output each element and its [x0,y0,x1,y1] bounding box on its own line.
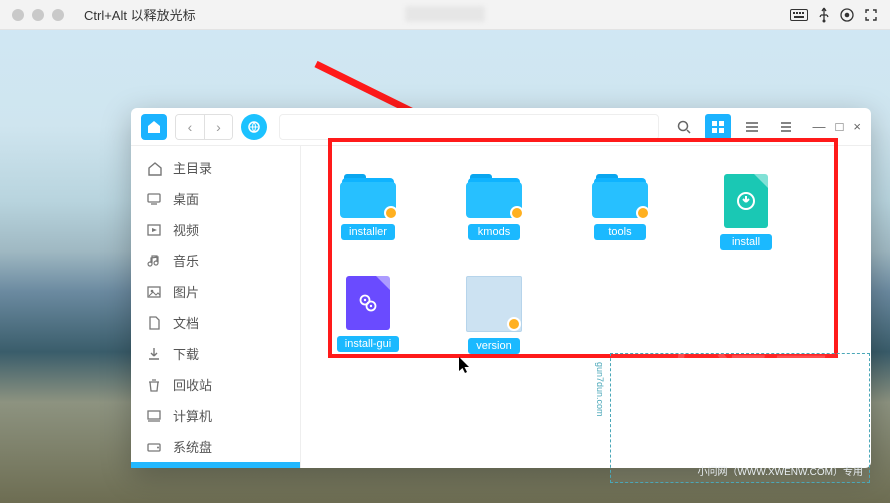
sidebar-item-label: 文档 [173,313,199,332]
nav-arrows: ‹ › [175,114,233,140]
sidebar-item-5[interactable]: 文档 [131,307,300,338]
sidebar-item-label: 主目录 [173,158,212,177]
sidebar-item-label: 视频 [173,220,199,239]
list-view-button[interactable] [739,114,765,140]
lock-badge-icon [507,317,521,331]
path-button[interactable] [241,114,267,140]
close-traffic[interactable] [12,9,24,21]
grid-item-install[interactable]: install [711,174,781,250]
expand-icon[interactable] [864,8,878,22]
keyboard-icon[interactable] [790,9,808,21]
usb-icon[interactable] [818,7,830,23]
item-label: tools [594,224,646,240]
video-icon [145,222,163,238]
window-controls: — □ × [813,119,861,134]
minimize-button[interactable]: — [813,119,826,134]
desktop: Ctrl+Alt 以释放光标 ‹ › — [0,0,890,503]
lock-badge-icon [636,206,650,220]
sidebar-item-3[interactable]: 音乐 [131,245,300,276]
attribution-box: gun7dun.com 小问网（WWW.XWENW.COM）专用 [610,353,870,483]
sidebar-item-label: 桌面 [173,189,199,208]
music-icon [145,253,163,269]
attribution-bottom: 小问网（WWW.XWENW.COM）专用 [697,463,863,478]
zoom-traffic[interactable] [52,9,64,21]
grid-item-kmods[interactable]: kmods [459,174,529,250]
sidebar-item-label: 系统盘 [173,437,212,456]
grid-item-version[interactable]: version [459,276,529,354]
script-file-icon [346,276,390,330]
item-label: kmods [468,224,520,240]
sidebar-item-6[interactable]: 下载 [131,338,300,369]
document-icon [145,315,163,331]
sidebar-item-0[interactable]: 主目录 [131,152,300,183]
grid-item-tools[interactable]: tools [585,174,655,250]
lock-badge-icon [384,206,398,220]
sidebar-item-2[interactable]: 视频 [131,214,300,245]
sidebar: 主目录 桌面 视频 音乐 图片 文档 下载 回收站 计算机 系统盘 Parall… [131,146,301,468]
lock-badge-icon [510,206,524,220]
sidebar-item-label: 计算机 [173,406,212,425]
sidebar-item-label: 下载 [173,344,199,363]
item-label: install-gui [337,336,399,352]
disk-icon [145,439,163,455]
attribution-side: gun7dun.com [595,362,605,417]
computer-icon [145,408,163,424]
forward-button[interactable]: › [204,115,232,139]
item-label: install [720,234,772,250]
menu-bar-right [790,7,878,23]
download-icon [145,346,163,362]
hamburger-icon[interactable] [773,114,799,140]
sidebar-item-label: 回收站 [173,375,212,394]
search-icon[interactable] [671,114,697,140]
home-icon [145,160,163,176]
folder-icon [592,174,648,218]
blurred-title [405,6,485,22]
traffic-lights [12,9,64,21]
sidebar-item-label: 图片 [173,282,199,301]
back-button[interactable]: ‹ [176,115,204,139]
grid-item-install-gui[interactable]: install-gui [333,276,403,354]
script-file-icon [724,174,768,228]
address-bar[interactable] [279,114,659,140]
sidebar-item-7[interactable]: 回收站 [131,369,300,400]
item-label: installer [341,224,395,240]
sidebar-item-4[interactable]: 图片 [131,276,300,307]
close-button[interactable]: × [853,119,861,134]
item-label: version [468,338,520,354]
window-hint-text: Ctrl+Alt 以释放光标 [84,5,196,24]
sidebar-item-8[interactable]: 计算机 [131,400,300,431]
grid-item-installer[interactable]: installer [333,174,403,250]
folder-icon [340,174,396,218]
record-icon[interactable] [840,8,854,22]
fm-toolbar: ‹ › — □ × [131,108,871,146]
minimize-traffic[interactable] [32,9,44,21]
sidebar-item-1[interactable]: 桌面 [131,183,300,214]
mouse-cursor [458,356,472,374]
folder-icon [466,174,522,218]
mac-menu-bar: Ctrl+Alt 以释放光标 [0,0,890,30]
text-file-icon [466,276,522,332]
maximize-button[interactable]: □ [836,119,844,134]
sidebar-item-9[interactable]: 系统盘 [131,431,300,462]
app-icon[interactable] [141,114,167,140]
sidebar-item-label: 音乐 [173,251,199,270]
sidebar-item-10[interactable]: Parallels Tools [131,462,300,468]
picture-icon [145,284,163,300]
desktop-icon [145,191,163,207]
trash-icon [145,377,163,393]
grid-view-button[interactable] [705,114,731,140]
